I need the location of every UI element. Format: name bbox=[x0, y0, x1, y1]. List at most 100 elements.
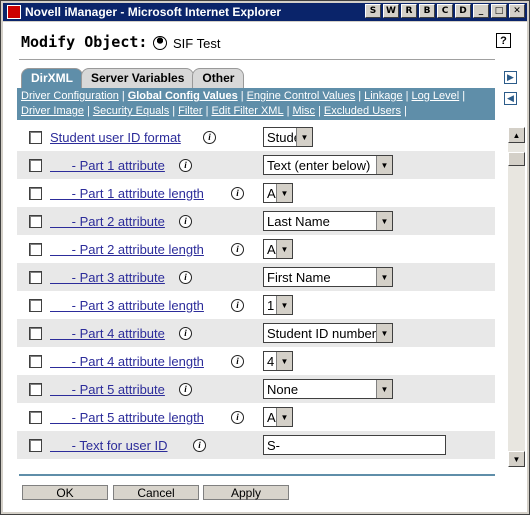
row-checkbox[interactable] bbox=[29, 410, 42, 424]
link-edit-filter-xml[interactable]: Edit Filter XML bbox=[211, 105, 283, 117]
config-row: - Part 3 attribute i First Name ▼ bbox=[17, 263, 495, 291]
cancel-button[interactable]: Cancel bbox=[113, 485, 199, 500]
s-button[interactable]: S bbox=[365, 4, 381, 18]
info-icon[interactable]: i bbox=[179, 214, 192, 228]
row-label-link[interactable]: - Part 3 attribute bbox=[50, 270, 165, 285]
link-filter[interactable]: Filter bbox=[178, 105, 202, 117]
link-security-equals[interactable]: Security Equals bbox=[93, 105, 169, 117]
row-select[interactable]: All▼ bbox=[263, 183, 293, 203]
dropdown-arrow-icon[interactable]: ▼ bbox=[376, 380, 392, 398]
scroll-up-icon[interactable]: ▲ bbox=[508, 127, 525, 143]
row-label-link[interactable]: - Part 5 attribute bbox=[50, 382, 165, 397]
row-label-link[interactable]: - Part 4 attribute bbox=[50, 326, 165, 341]
maximize-button[interactable]: □ bbox=[491, 4, 507, 18]
link-driver-image[interactable]: Driver Image bbox=[21, 105, 84, 117]
dropdown-arrow-icon[interactable]: ▼ bbox=[376, 268, 392, 286]
info-icon[interactable]: i bbox=[193, 438, 206, 452]
row-checkbox[interactable] bbox=[29, 354, 42, 368]
info-icon[interactable]: i bbox=[179, 326, 192, 340]
page-title: Modify Object: bbox=[21, 33, 148, 51]
dropdown-arrow-icon[interactable]: ▼ bbox=[376, 156, 392, 174]
row-label-link[interactable]: - Part 1 attribute bbox=[50, 158, 165, 173]
dropdown-arrow-icon[interactable]: ▼ bbox=[276, 296, 292, 314]
footer-divider bbox=[19, 474, 495, 476]
close-button[interactable]: ✕ bbox=[509, 4, 525, 18]
row-select[interactable]: Text (enter below) ▼ bbox=[263, 155, 393, 175]
row-select[interactable]: First Name ▼ bbox=[263, 267, 393, 287]
c-button[interactable]: C bbox=[437, 4, 453, 18]
row-label-link[interactable]: - Part 1 attribute length bbox=[50, 186, 204, 201]
link-log-level[interactable]: Log Level bbox=[412, 90, 460, 102]
row-label-link[interactable]: - Part 5 attribute length bbox=[50, 410, 204, 425]
window-title: Novell iManager - Microsoft Internet Exp… bbox=[25, 5, 282, 19]
select-value: Student bbox=[267, 129, 296, 145]
help-icon[interactable]: ? bbox=[496, 33, 511, 48]
info-icon[interactable]: i bbox=[231, 186, 244, 200]
config-row: - Part 5 attribute length i All▼ bbox=[17, 403, 495, 431]
info-icon[interactable]: i bbox=[231, 298, 244, 312]
link-engine-control-values[interactable]: Engine Control Values bbox=[247, 90, 356, 102]
ok-button[interactable]: OK bbox=[22, 485, 108, 500]
row-label-link[interactable]: Student user ID format bbox=[50, 130, 181, 145]
b-button[interactable]: B bbox=[419, 4, 435, 18]
row-checkbox[interactable] bbox=[29, 130, 42, 144]
row-text-input[interactable]: S- bbox=[263, 435, 446, 455]
info-icon[interactable]: i bbox=[231, 354, 244, 368]
row-select[interactable]: None ▼ bbox=[263, 379, 393, 399]
link-excluded-users[interactable]: Excluded Users bbox=[324, 105, 401, 117]
dropdown-arrow-icon[interactable]: ▼ bbox=[276, 184, 292, 202]
row-checkbox[interactable] bbox=[29, 186, 42, 200]
d-button[interactable]: D bbox=[455, 4, 471, 18]
row-select[interactable]: 4 ▼ bbox=[263, 351, 293, 371]
apply-button[interactable]: Apply bbox=[203, 485, 289, 500]
tab-next-arrow-icon[interactable]: ▶ bbox=[504, 71, 517, 84]
info-icon[interactable]: i bbox=[231, 242, 244, 256]
row-label-link[interactable]: - Part 3 attribute length bbox=[50, 298, 204, 313]
row-checkbox[interactable] bbox=[29, 438, 42, 452]
row-checkbox[interactable] bbox=[29, 158, 42, 172]
dropdown-arrow-icon[interactable]: ▼ bbox=[276, 352, 292, 370]
row-checkbox[interactable] bbox=[29, 214, 42, 228]
dropdown-arrow-icon[interactable]: ▼ bbox=[296, 128, 312, 146]
row-label-link[interactable]: - Part 2 attribute length bbox=[50, 242, 204, 257]
tab-other[interactable]: Other bbox=[192, 68, 245, 88]
row-checkbox[interactable] bbox=[29, 382, 42, 396]
title-bar[interactable]: Novell iManager - Microsoft Internet Exp… bbox=[3, 3, 527, 21]
scroll-thumb[interactable] bbox=[508, 152, 525, 166]
row-select[interactable]: 1 ▼ bbox=[263, 295, 293, 315]
row-checkbox[interactable] bbox=[29, 242, 42, 256]
tab-dirxml[interactable]: DirXML bbox=[21, 68, 83, 88]
row-select[interactable]: Last Name ▼ bbox=[263, 211, 393, 231]
vertical-scrollbar[interactable]: ▲ ▼ bbox=[508, 127, 525, 467]
row-checkbox[interactable] bbox=[29, 270, 42, 284]
row-select[interactable]: All▼ bbox=[263, 239, 293, 259]
row-select[interactable]: Student▼ bbox=[263, 127, 313, 147]
minimize-button[interactable]: _ bbox=[473, 4, 489, 18]
row-select[interactable]: All▼ bbox=[263, 407, 293, 427]
scroll-down-icon[interactable]: ▼ bbox=[508, 451, 525, 467]
info-icon[interactable]: i bbox=[179, 382, 192, 396]
row-label-link[interactable]: - Text for user ID bbox=[50, 438, 168, 453]
row-label-link[interactable]: - Part 4 attribute length bbox=[50, 354, 204, 369]
dropdown-arrow-icon[interactable]: ▼ bbox=[276, 240, 292, 258]
info-icon[interactable]: i bbox=[231, 410, 244, 424]
link-misc[interactable]: Misc bbox=[292, 105, 315, 117]
info-icon[interactable]: i bbox=[179, 158, 192, 172]
info-icon[interactable]: i bbox=[203, 130, 216, 144]
row-checkbox[interactable] bbox=[29, 326, 42, 340]
link-driver-configuration[interactable]: Driver Configuration bbox=[21, 90, 119, 102]
dropdown-arrow-icon[interactable]: ▼ bbox=[276, 408, 292, 426]
row-select[interactable]: Student ID number ▼ bbox=[263, 323, 393, 343]
info-icon[interactable]: i bbox=[179, 270, 192, 284]
tab-server-variables[interactable]: Server Variables bbox=[81, 68, 195, 88]
w-button[interactable]: W bbox=[383, 4, 399, 18]
r-button[interactable]: R bbox=[401, 4, 417, 18]
sub-navigation: Driver Configuration | Global Config Value… bbox=[17, 88, 495, 120]
dropdown-arrow-icon[interactable]: ▼ bbox=[376, 324, 392, 342]
link-linkage[interactable]: Linkage bbox=[364, 90, 403, 102]
link-global-config-values[interactable]: Global Config Values bbox=[128, 90, 238, 102]
dropdown-arrow-icon[interactable]: ▼ bbox=[376, 212, 392, 230]
row-checkbox[interactable] bbox=[29, 298, 42, 312]
tab-prev-arrow-icon[interactable]: ◀ bbox=[504, 92, 517, 105]
row-label-link[interactable]: - Part 2 attribute bbox=[50, 214, 165, 229]
